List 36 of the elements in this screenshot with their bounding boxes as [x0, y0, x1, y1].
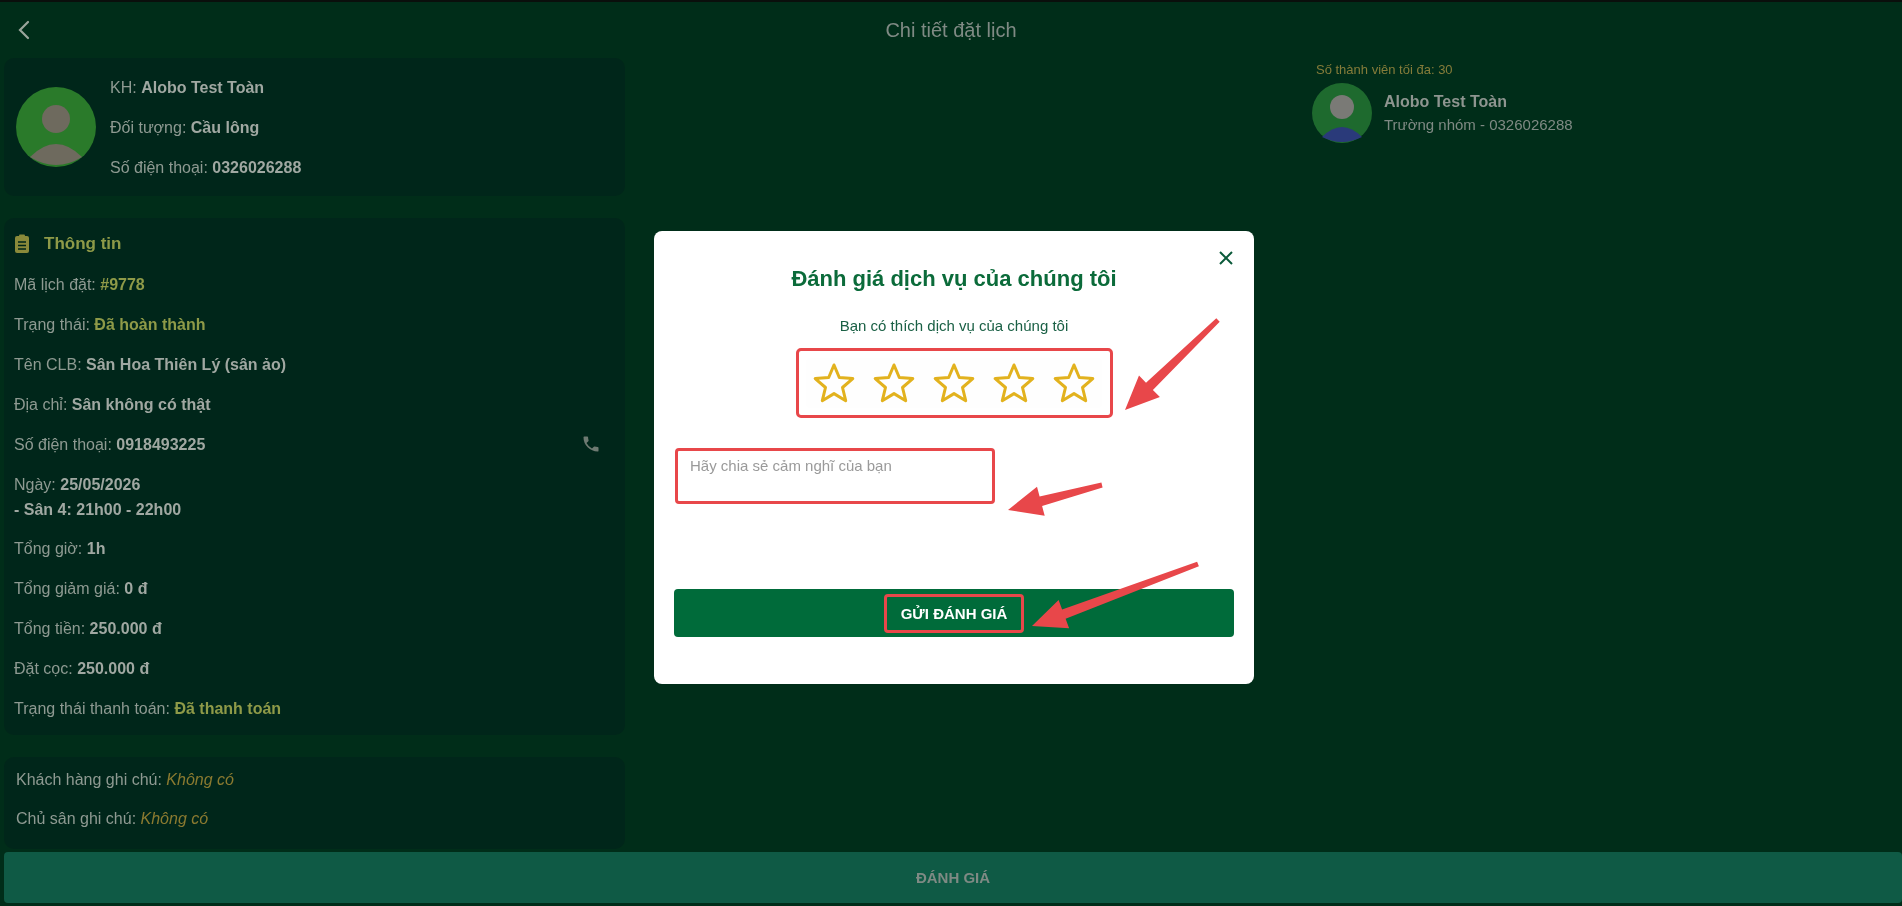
submit-button[interactable]: GỬI ĐÁNH GIÁ [674, 589, 1234, 637]
info-detail: Trạng thái thanh toán: Đã thanh toán [14, 698, 282, 718]
clipboard-icon [14, 234, 30, 254]
star-icon[interactable] [872, 362, 916, 404]
page-title: Chi tiết đặt lịch [885, 18, 1017, 42]
info-detail: Địa chỉ: Sân không có thật [14, 394, 211, 414]
star-icon[interactable] [932, 362, 976, 404]
avatar [1312, 83, 1372, 143]
member-name: Alobo Test Toàn [1384, 93, 1508, 111]
comment-field[interactable]: Hãy chia sẻ cảm nghĩ của bạn [675, 448, 995, 504]
section-title: Thông tin [44, 234, 122, 254]
member-limit: Số thành viên tối đa: 30 [1316, 62, 1454, 77]
customer-detail: Số điện thoại: 0326026288 [110, 157, 302, 177]
star-icon[interactable] [992, 362, 1036, 404]
info-detail: Tổng giảm giá: 0 đ [14, 578, 148, 598]
phone-icon[interactable] [581, 434, 601, 454]
close-icon[interactable] [1218, 250, 1234, 266]
info-detail: Mã lịch đặt: #9778 [14, 274, 145, 294]
booking-slot: - Sân 4: 21h00 - 22h00 [14, 499, 182, 519]
note-detail: Chủ sân ghi chú: Không có [16, 809, 210, 828]
info-detail: Số điện thoại: 0918493225 [14, 434, 206, 454]
info-detail: Trạng thái: Đã hoàn thành [14, 314, 206, 334]
dialog-question: Bạn có thích dịch vụ của chúng tôi [839, 317, 1069, 334]
info-detail: Ngày: 25/05/2026 [14, 474, 141, 494]
dialog-title: Đánh giá dịch vụ của chúng tôi [791, 266, 1117, 292]
member-role: Trường nhóm - 0326026288 [1384, 116, 1573, 133]
info-detail: Tổng giờ: 1h [14, 538, 106, 558]
info-detail: Tổng tiền: 250.000 đ [14, 618, 162, 638]
info-detail: Đặt cọc: 250.000 đ [14, 658, 150, 678]
star-icon[interactable] [1052, 362, 1096, 404]
back-icon[interactable] [18, 20, 30, 40]
star-icon[interactable] [812, 362, 856, 404]
customer-detail: Đối tượng: Cầu lông [110, 117, 261, 137]
customer-detail: KH: Alobo Test Toàn [110, 77, 266, 97]
note-detail: Khách hàng ghi chú: Không có [16, 770, 235, 789]
info-detail: Tên CLB: Sân Hoa Thiên Lý (sân ảo) [14, 354, 287, 374]
